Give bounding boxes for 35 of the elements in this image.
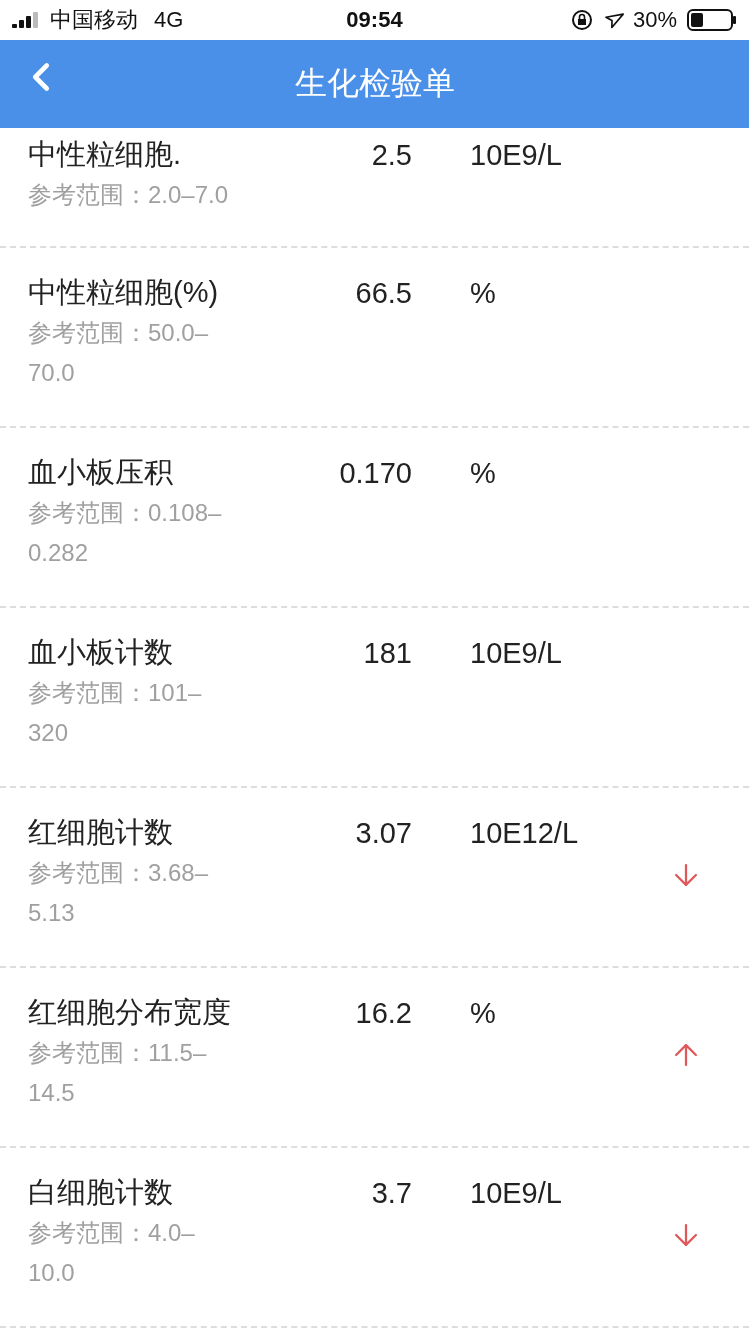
test-name: 白细胞计数 bbox=[28, 1175, 174, 1210]
test-unit: % bbox=[470, 455, 497, 491]
test-name: 血小板计数 bbox=[28, 635, 174, 670]
test-value: 181 bbox=[362, 636, 412, 670]
carrier-name: 中国移动 bbox=[50, 6, 138, 34]
test-value: 3.7 bbox=[370, 1176, 412, 1210]
rotation-lock-icon bbox=[570, 9, 593, 31]
test-value: 66.5 bbox=[354, 276, 412, 310]
test-unit: 10E9/L bbox=[470, 635, 563, 671]
reference-range: 参考范围：50.0–70.0 bbox=[28, 318, 210, 388]
battery-percent: 30% bbox=[632, 7, 677, 33]
test-unit: 10E9/L bbox=[470, 137, 563, 173]
network-type: 4G bbox=[154, 7, 184, 33]
test-unit: 10E12/L bbox=[470, 815, 580, 851]
test-unit: 10E9/L bbox=[470, 1175, 563, 1211]
test-unit: % bbox=[470, 995, 497, 1031]
reference-range: 参考范围：101–320 bbox=[28, 678, 203, 748]
test-unit: % bbox=[470, 275, 497, 311]
test-name: 中性粒细胞. bbox=[28, 137, 183, 172]
test-value: 2.5 bbox=[370, 138, 412, 172]
test-name: 红细胞计数 bbox=[28, 815, 174, 850]
test-name: 红细胞分布宽度 bbox=[28, 995, 232, 1030]
test-value: 3.07 bbox=[354, 816, 412, 850]
reference-range: 参考范围：4.0–10.0 bbox=[28, 1218, 196, 1288]
reference-range: 参考范围：11.5–14.5 bbox=[28, 1038, 208, 1108]
test-name: 血小板压积 bbox=[28, 455, 174, 490]
reference-range: 参考范围：0.108–0.282 bbox=[28, 498, 223, 568]
test-name: 中性粒细胞(%) bbox=[28, 275, 220, 310]
test-value: 0.170 bbox=[338, 456, 412, 490]
reference-range: 参考范围：3.68–5.13 bbox=[28, 858, 210, 928]
reference-range: 参考范围：2.0–7.0 bbox=[28, 180, 230, 210]
clock-time: 09:54 bbox=[346, 7, 403, 33]
battery-icon bbox=[687, 9, 737, 31]
page-title: 生化检验单 bbox=[294, 64, 455, 103]
test-value: 16.2 bbox=[354, 996, 412, 1030]
